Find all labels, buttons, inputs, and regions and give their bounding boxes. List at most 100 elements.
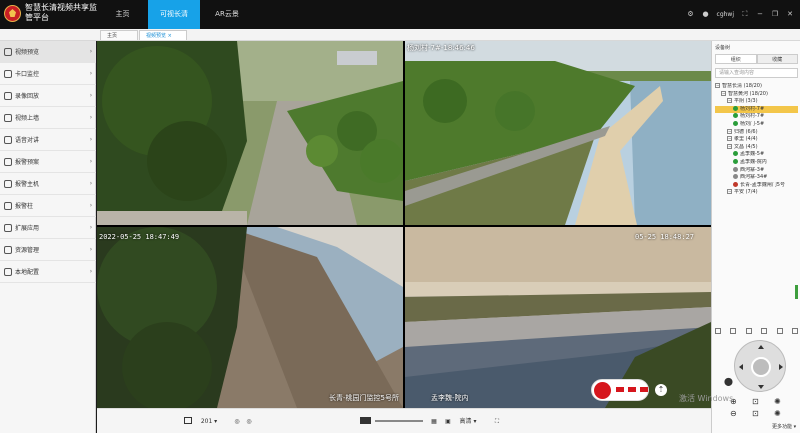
sidebar-item-alarm-pillar[interactable]: 报警柱 › bbox=[0, 195, 96, 217]
wall-icon bbox=[4, 113, 12, 122]
tree-group-node[interactable]: − 智慧黄河 (18/20) bbox=[715, 90, 798, 99]
username[interactable]: cghwj bbox=[717, 11, 734, 18]
restore-icon[interactable]: ❐ bbox=[771, 10, 779, 18]
sidebar-item-playback[interactable]: 录像回放 › bbox=[0, 85, 96, 107]
user-icon: ● bbox=[702, 10, 709, 18]
layout-icon[interactable] bbox=[184, 417, 192, 426]
tree-camera-node[interactable]: 杨刘村-7# bbox=[715, 105, 798, 114]
app-title: 智慧长清视频共享监管平台 bbox=[25, 3, 97, 22]
tree-group-node[interactable]: − 平阴 (3/3) bbox=[715, 98, 798, 106]
iris-icon[interactable]: ✺ bbox=[774, 397, 781, 406]
tree-group-node[interactable]: − 平安 (7/4) bbox=[715, 189, 798, 197]
ptz-center-button[interactable] bbox=[751, 357, 771, 377]
camera-status-icon bbox=[733, 151, 738, 157]
ptz-tool-icon[interactable] bbox=[730, 328, 737, 334]
channel-selector[interactable]: 201 ▾ bbox=[198, 417, 220, 426]
alarm-pillar-icon bbox=[4, 201, 12, 210]
nav-tab-ar-cloud[interactable]: AR云景 bbox=[204, 0, 250, 29]
sidebar-item-alarm-plan[interactable]: 报警预案 › bbox=[0, 151, 96, 173]
zoom-out-icon[interactable]: ⊖ bbox=[730, 409, 737, 418]
gear-icon[interactable]: ⚙ bbox=[687, 10, 695, 18]
grid-layout-icon[interactable]: ▦ bbox=[429, 417, 439, 426]
pin-icon[interactable]: ⇡ bbox=[655, 384, 667, 396]
sidebar-item-label: 本地配置 bbox=[15, 269, 40, 276]
fullscreen-icon[interactable]: ⛶ bbox=[741, 10, 749, 18]
tree-group-node[interactable]: − 孝里 (4/4) bbox=[715, 136, 798, 144]
camera-status-icon bbox=[733, 174, 738, 180]
search-input[interactable]: 请输入查询内容 bbox=[715, 68, 798, 78]
chevron-right-icon: › bbox=[89, 158, 93, 165]
record-icon[interactable]: ◎ bbox=[233, 417, 241, 426]
camera-4-timestamp: 05-25 18:48:27 bbox=[635, 233, 695, 241]
ptz-tool-icon[interactable] bbox=[776, 328, 783, 334]
more-functions[interactable]: 更多功能 ▾ bbox=[772, 423, 796, 430]
focus-icon[interactable]: ⊡ bbox=[752, 409, 759, 418]
tree-node-label: 杨刘村-7# bbox=[740, 105, 765, 112]
video-pane-4[interactable]: 05-25 18:48:27 孟李魏-院内 ⇡ bbox=[405, 227, 711, 408]
stream-quality-select[interactable]: 高清 ▾ bbox=[457, 417, 479, 426]
zoom-slider[interactable] bbox=[375, 420, 423, 422]
screen-icon[interactable] bbox=[359, 417, 371, 426]
ptz-tool-icon[interactable] bbox=[761, 328, 768, 334]
scrollbar[interactable] bbox=[795, 285, 798, 299]
tree-camera-node[interactable]: 孟李魏-院内 bbox=[715, 158, 798, 167]
sidebar-item-extension[interactable]: 扩展应用 › bbox=[0, 217, 96, 239]
tree-group-node[interactable]: − 归德 (6/6) bbox=[715, 128, 798, 137]
camera-status-icon bbox=[733, 158, 738, 164]
sidebar-item-video[interactable]: 视频预览 › bbox=[0, 41, 96, 63]
sidebar-item-checkpoint[interactable]: 卡口监控 › bbox=[0, 63, 96, 85]
sidebar-item-alarm-host[interactable]: 报警主机 › bbox=[0, 173, 96, 195]
tree-camera-node[interactable]: 杨刘村-7# bbox=[715, 113, 798, 121]
camera-4-image bbox=[405, 227, 711, 408]
app-window: 智慧长清视频共享监管平台 主页 可视长清 AR云景 ⚙ ● cghwj ⛶ − … bbox=[0, 0, 800, 433]
minimize-icon[interactable]: − bbox=[756, 10, 764, 18]
tab-organization[interactable]: 组织 bbox=[715, 54, 757, 64]
device-tree: − 智慧长清 (18/20) − 智慧黄河 (18/20) − 平阴 (3/3) 杨刘村-7… bbox=[715, 83, 798, 197]
panel-tabs: 组织 收藏 bbox=[715, 54, 798, 64]
nav-tab-home[interactable]: 主页 bbox=[100, 0, 145, 29]
close-icon[interactable]: × bbox=[168, 33, 172, 39]
image-adjust-icon[interactable]: ▣ bbox=[443, 417, 453, 426]
tree-camera-node[interactable]: 孟李魏-5# bbox=[715, 151, 798, 159]
tree-camera-node[interactable]: 西河寨-3# bbox=[715, 166, 798, 175]
sidebar-item-wall[interactable]: 视频上墙 › bbox=[0, 107, 96, 129]
ptz-tool-icon[interactable] bbox=[791, 328, 798, 334]
location-pin-icon[interactable]: ⬤ bbox=[724, 377, 733, 386]
iris-icon[interactable]: ✺ bbox=[774, 409, 781, 418]
chevron-right-icon: › bbox=[89, 92, 93, 99]
resource-icon bbox=[4, 245, 12, 254]
tree-camera-node[interactable]: 长青-孟李魏闸门5号 bbox=[715, 181, 798, 190]
ptz-overlay-badge[interactable] bbox=[591, 379, 649, 401]
tab-favorites[interactable]: 收藏 bbox=[756, 54, 798, 64]
video-pane-1[interactable] bbox=[97, 41, 403, 225]
snapshot-icon[interactable]: ◎ bbox=[245, 417, 253, 426]
ptz-down-arrow-icon[interactable] bbox=[758, 385, 764, 389]
focus-icon[interactable]: ⊡ bbox=[752, 397, 759, 406]
sidebar-item-intercom[interactable]: 语音对讲 › bbox=[0, 129, 96, 151]
nav-tab-visual-changqing[interactable]: 可视长清 bbox=[148, 0, 200, 29]
sidebar-item-label: 语音对讲 bbox=[15, 137, 40, 144]
ptz-tool-icon[interactable] bbox=[745, 328, 752, 334]
video-pane-2[interactable]: 杨刘村-7#-18:46:46 bbox=[405, 41, 711, 225]
sidebar-item-resource[interactable]: 资源管理 › bbox=[0, 239, 96, 261]
fullscreen-icon[interactable]: ⛶ bbox=[493, 417, 501, 426]
ptz-tool-icon[interactable] bbox=[715, 328, 721, 334]
ptz-right-arrow-icon[interactable] bbox=[779, 364, 783, 370]
chevron-right-icon: › bbox=[89, 246, 93, 253]
ptz-up-arrow-icon[interactable] bbox=[758, 345, 764, 349]
tree-node-label: 孟李魏-院内 bbox=[740, 158, 767, 165]
camera-2-image bbox=[405, 41, 711, 225]
ptz-direction-pad[interactable] bbox=[734, 340, 786, 392]
video-pane-3[interactable]: 2022-05-25 18:47:49 长青-桃园门监控5号所 bbox=[97, 227, 403, 408]
subtab-video-preview[interactable]: 视频预览 × bbox=[139, 30, 187, 40]
tree-camera-node[interactable]: 西河寨-34# bbox=[715, 174, 798, 182]
tree-node-label: 孝里 (4/4) bbox=[734, 136, 758, 143]
tree-node-label: 智慧黄河 (18/20) bbox=[728, 90, 768, 97]
subtab-home[interactable]: 主页 bbox=[100, 30, 138, 40]
close-icon[interactable]: ✕ bbox=[786, 10, 794, 18]
tree-group-node[interactable]: − 文昌 (4/5) bbox=[715, 143, 798, 152]
ptz-left-arrow-icon[interactable] bbox=[739, 364, 743, 370]
sidebar-item-settings[interactable]: 本地配置 › bbox=[0, 261, 96, 283]
tree-camera-node[interactable]: 杨刘门-5# bbox=[715, 120, 798, 129]
tree-group-node[interactable]: − 智慧长清 (18/20) bbox=[715, 83, 798, 91]
